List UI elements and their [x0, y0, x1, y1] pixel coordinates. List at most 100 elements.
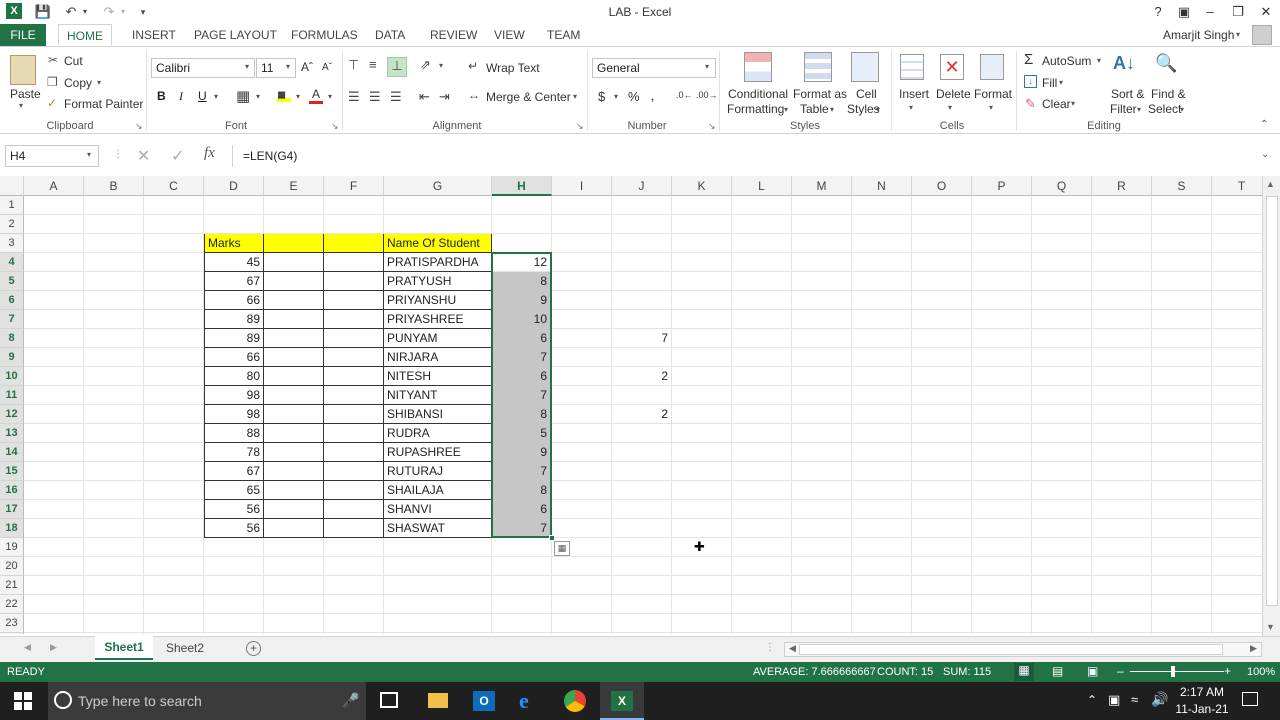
cell[interactable] — [912, 348, 972, 367]
cell[interactable] — [852, 633, 912, 634]
cell[interactable] — [24, 405, 84, 424]
student-name-cell[interactable]: NITESH — [384, 367, 492, 386]
next-sheet-icon[interactable]: ▶ — [50, 642, 57, 653]
selected-cell[interactable]: 5 — [492, 424, 552, 443]
selected-cell[interactable]: 8 — [492, 272, 552, 291]
outlook-icon[interactable]: O — [473, 691, 495, 711]
avatar[interactable] — [1252, 25, 1272, 45]
format-dropdown-icon[interactable]: ▾ — [989, 103, 993, 112]
cell[interactable] — [912, 614, 972, 633]
filter-label[interactable]: Filter — [1110, 102, 1137, 116]
cell[interactable] — [552, 329, 612, 348]
format-cells-button[interactable]: Format — [974, 87, 1012, 101]
cell[interactable] — [24, 633, 84, 634]
cell[interactable] — [324, 595, 384, 614]
cell[interactable] — [672, 614, 732, 633]
cell[interactable] — [1032, 253, 1092, 272]
comma-style-icon[interactable]: ‚ — [651, 87, 654, 103]
cell[interactable] — [612, 633, 672, 634]
cell[interactable] — [24, 291, 84, 310]
fill-color-icon[interactable]: ◼ — [277, 88, 291, 102]
cell[interactable] — [972, 215, 1032, 234]
cell[interactable] — [912, 481, 972, 500]
cell[interactable] — [84, 519, 144, 538]
cell[interactable] — [972, 443, 1032, 462]
cell-styles-label[interactable]: Cell — [856, 87, 877, 101]
row-header[interactable]: 11 — [0, 386, 24, 405]
cell[interactable] — [972, 538, 1032, 557]
cell[interactable] — [492, 196, 552, 215]
cell[interactable] — [1032, 405, 1092, 424]
clear-dropdown-icon[interactable]: ▾ — [1071, 99, 1075, 108]
marks-cell[interactable]: 45 — [204, 253, 264, 272]
cell[interactable] — [24, 272, 84, 291]
value-cell[interactable]: 2 — [612, 405, 672, 424]
cell[interactable] — [672, 253, 732, 272]
cell[interactable] — [732, 576, 792, 595]
cell[interactable] — [732, 595, 792, 614]
cell[interactable] — [852, 500, 912, 519]
cell[interactable] — [324, 272, 384, 291]
fill-color-dropdown-icon[interactable]: ▾ — [296, 92, 300, 101]
student-name-cell[interactable]: PUNYAM — [384, 329, 492, 348]
cell[interactable] — [84, 614, 144, 633]
cell[interactable] — [1092, 253, 1152, 272]
bottom-align-icon[interactable]: ⊥ — [387, 57, 407, 77]
cell[interactable] — [24, 386, 84, 405]
cell[interactable] — [84, 538, 144, 557]
cell[interactable] — [552, 443, 612, 462]
cell[interactable] — [1152, 557, 1212, 576]
cell[interactable] — [1152, 367, 1212, 386]
row-header[interactable]: 14 — [0, 443, 24, 462]
fill-button[interactable]: Fill — [1042, 76, 1057, 90]
cell[interactable] — [24, 443, 84, 462]
cell[interactable] — [552, 576, 612, 595]
cell[interactable] — [912, 215, 972, 234]
cell[interactable] — [792, 272, 852, 291]
cell[interactable] — [1212, 614, 1262, 633]
cell[interactable] — [1092, 272, 1152, 291]
cell[interactable] — [1092, 310, 1152, 329]
marks-cell[interactable]: 56 — [204, 519, 264, 538]
cell[interactable] — [144, 595, 204, 614]
cell[interactable] — [24, 519, 84, 538]
column-header[interactable]: F — [324, 176, 384, 196]
cut-button[interactable]: Cut — [64, 54, 83, 68]
row-header[interactable]: 23 — [0, 614, 24, 633]
cell[interactable] — [672, 576, 732, 595]
cell[interactable] — [144, 519, 204, 538]
cell[interactable] — [204, 614, 264, 633]
row-header[interactable]: 21 — [0, 576, 24, 595]
cell[interactable] — [84, 481, 144, 500]
cell[interactable] — [612, 519, 672, 538]
decrease-indent-icon[interactable]: ⇤ — [419, 89, 430, 105]
marks-cell[interactable]: 89 — [204, 329, 264, 348]
column-header[interactable]: B — [84, 176, 144, 196]
select-all-corner[interactable] — [0, 176, 24, 196]
zoom-level[interactable]: 100% — [1247, 666, 1275, 678]
cell[interactable] — [732, 633, 792, 634]
paste-icon[interactable] — [10, 55, 36, 85]
tab-home[interactable]: HOME — [58, 24, 112, 46]
cell[interactable] — [144, 443, 204, 462]
row-header[interactable]: 7 — [0, 310, 24, 329]
cell[interactable] — [1032, 500, 1092, 519]
user-name[interactable]: Amarjit Singh — [1163, 28, 1234, 42]
cell[interactable] — [1212, 329, 1262, 348]
row-header[interactable]: 18 — [0, 519, 24, 538]
cell[interactable] — [204, 576, 264, 595]
cell[interactable] — [204, 595, 264, 614]
cell[interactable] — [324, 405, 384, 424]
cell[interactable] — [852, 614, 912, 633]
tab-formulas[interactable]: FORMULAS — [289, 24, 360, 46]
page-break-view-icon[interactable]: ▣ — [1087, 664, 1098, 678]
cell[interactable] — [852, 405, 912, 424]
cell[interactable] — [144, 367, 204, 386]
cell[interactable] — [852, 234, 912, 253]
selected-cell[interactable]: 6 — [492, 329, 552, 348]
italic-icon[interactable]: I — [179, 89, 183, 104]
cancel-icon[interactable]: ✕ — [137, 146, 150, 166]
cell[interactable] — [552, 614, 612, 633]
cell[interactable] — [84, 405, 144, 424]
cell[interactable] — [1212, 234, 1262, 253]
